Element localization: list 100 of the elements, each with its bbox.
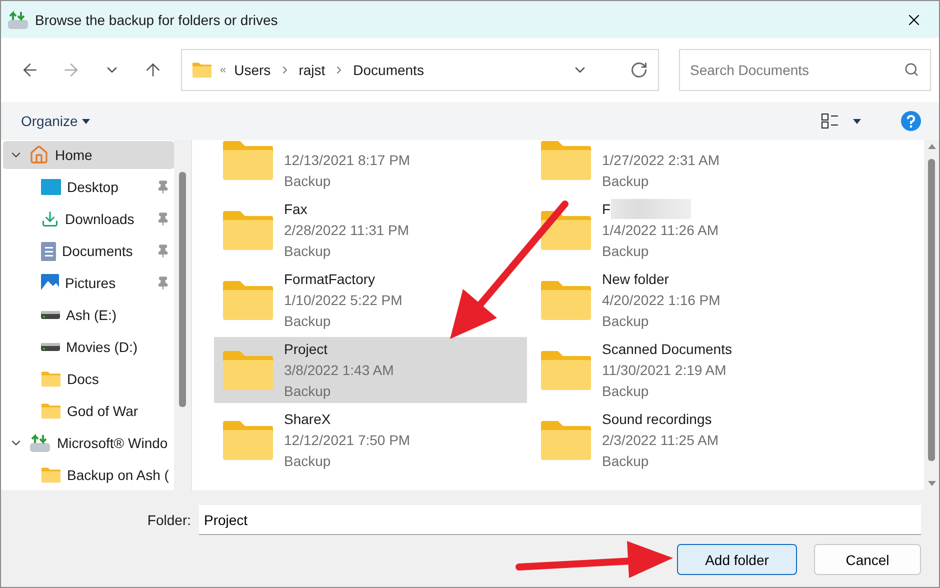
folder-icon bbox=[222, 140, 274, 181]
folder-name: Project bbox=[284, 340, 329, 359]
backup-icon bbox=[7, 10, 29, 30]
add-folder-button[interactable]: Add folder bbox=[677, 544, 797, 575]
folder-icon bbox=[222, 349, 274, 391]
folder-item[interactable]: New folder 4/20/2022 1:16 PM Backup bbox=[532, 267, 845, 333]
folder-icon bbox=[222, 419, 274, 461]
sidebar-item[interactable]: Docs bbox=[3, 365, 174, 393]
pin-icon[interactable] bbox=[156, 180, 170, 194]
sidebar-item[interactable]: Pictures bbox=[3, 269, 174, 297]
folder-item[interactable]: 12/13/2021 8:17 PM Backup bbox=[214, 140, 527, 193]
date-modified: 12/13/2021 8:17 PM bbox=[284, 150, 410, 170]
folder-type: Backup bbox=[284, 382, 332, 401]
sidebar-item[interactable]: Microsoft® Windo bbox=[3, 429, 174, 457]
date-modified: 12/12/2021 7:50 PM bbox=[284, 430, 410, 450]
drive-icon bbox=[41, 311, 60, 319]
breadcrumb[interactable]: Documents bbox=[353, 62, 424, 78]
folder-icon bbox=[41, 403, 61, 419]
sidebar-item[interactable]: Movies (D:) bbox=[3, 333, 174, 361]
folder-name: Scanned Documents bbox=[602, 340, 732, 358]
refresh-icon[interactable] bbox=[630, 61, 648, 79]
document-icon bbox=[41, 242, 56, 260]
overflow-icon[interactable]: « bbox=[220, 64, 226, 76]
sidebar-item[interactable]: Ash (E:) bbox=[3, 301, 174, 329]
pin-icon[interactable] bbox=[156, 244, 170, 258]
breadcrumb[interactable]: rajst bbox=[298, 62, 326, 78]
date-modified: 3/8/2022 1:43 AM bbox=[284, 360, 394, 380]
folder-icon bbox=[222, 209, 274, 251]
folder-icon bbox=[222, 279, 274, 321]
sidebar-item[interactable]: Downloads bbox=[3, 205, 174, 233]
scroll-down-icon[interactable] bbox=[928, 481, 936, 486]
date-modified: 1/10/2022 5:22 PM bbox=[284, 290, 402, 310]
folder-type: Backup bbox=[602, 452, 650, 471]
folder-name: Sound recordings bbox=[602, 410, 713, 429]
address-bar[interactable]: « Users rajst Documents bbox=[181, 49, 659, 91]
date-modified: 2/3/2022 11:25 AM bbox=[602, 430, 718, 450]
date-modified: 1/4/2022 11:26 AM bbox=[602, 220, 718, 240]
folder-name: Fax bbox=[284, 200, 308, 218]
folder-type: Backup bbox=[602, 172, 650, 191]
folder-name: F bbox=[602, 198, 718, 220]
folder-item[interactable]: FormatFactory 1/10/2022 5:22 PM Backup bbox=[214, 267, 527, 333]
folder-item[interactable]: Scanned Documents 11/30/2021 2:19 AM Backup bbox=[532, 337, 845, 403]
folder-type: Backup bbox=[284, 242, 332, 261]
search-icon[interactable] bbox=[904, 62, 919, 77]
folder-type: Backup bbox=[284, 312, 332, 331]
view-button[interactable] bbox=[821, 113, 861, 129]
cancel-button[interactable]: Cancel bbox=[814, 544, 921, 575]
date-modified: 1/27/2022 2:31 AM bbox=[602, 150, 720, 170]
folder-icon bbox=[540, 349, 592, 391]
folder-item[interactable]: 1/27/2022 2:31 AM Backup bbox=[532, 140, 845, 193]
folder-type: Backup bbox=[602, 382, 650, 401]
backup-icon bbox=[29, 433, 51, 453]
sidebar-item[interactable]: God of War bbox=[3, 397, 174, 425]
folder-input[interactable]: Project bbox=[199, 505, 921, 535]
folder-item[interactable]: ShareX 12/12/2021 7:50 PM Backup bbox=[214, 407, 527, 473]
organize-menu[interactable]: Organize bbox=[21, 113, 90, 129]
drive-icon bbox=[41, 343, 60, 351]
date-modified: 4/20/2022 1:16 PM bbox=[602, 290, 720, 310]
caret-icon[interactable] bbox=[82, 118, 90, 124]
folder-name: ShareX bbox=[284, 410, 332, 428]
folder-item[interactable]: F 1/4/2022 11:26 AM Backup bbox=[532, 197, 845, 263]
date-modified: 11/30/2021 2:19 AM bbox=[602, 360, 728, 380]
date-modified: 2/28/2022 11:31 PM bbox=[284, 220, 410, 240]
window-title: Browse the backup for folders or drives bbox=[35, 12, 279, 28]
folder-icon bbox=[540, 419, 592, 461]
view-icon[interactable] bbox=[821, 113, 839, 129]
folder-name: FormatFactory bbox=[284, 270, 376, 289]
search-field[interactable]: Search Documents bbox=[679, 49, 931, 91]
desktop-icon bbox=[41, 179, 61, 195]
scrollbar-thumb[interactable] bbox=[179, 172, 186, 407]
folder-icon bbox=[41, 371, 61, 387]
caret-icon[interactable] bbox=[853, 118, 861, 124]
folder-type: Backup bbox=[284, 172, 332, 191]
picture-icon bbox=[41, 274, 59, 292]
pin-icon[interactable] bbox=[156, 276, 170, 290]
scroll-up-icon[interactable] bbox=[928, 144, 936, 149]
sidebar-item[interactable]: Backup on Ash ( bbox=[3, 461, 174, 489]
folder-icon bbox=[540, 209, 592, 251]
pin-icon[interactable] bbox=[156, 212, 170, 226]
folder-item[interactable]: Sound recordings 2/3/2022 11:25 AM Backup bbox=[532, 407, 845, 473]
folder-type: Backup bbox=[602, 242, 650, 261]
breadcrumb[interactable]: Users bbox=[234, 62, 271, 78]
home-icon bbox=[29, 145, 49, 165]
scrollbar-thumb[interactable] bbox=[928, 159, 935, 461]
folder-type: Backup bbox=[602, 312, 650, 331]
folder-item[interactable]: Project 3/8/2022 1:43 AM Backup bbox=[214, 337, 527, 403]
help-button[interactable] bbox=[901, 111, 921, 131]
folder-icon bbox=[540, 140, 592, 181]
folder-label: Folder: bbox=[146, 512, 191, 528]
sidebar-item[interactable]: Desktop bbox=[3, 173, 174, 201]
folder-icon bbox=[540, 279, 592, 321]
folder-name: New folder bbox=[602, 270, 670, 288]
sidebar-item[interactable]: Home bbox=[3, 141, 174, 169]
question-mark-icon[interactable] bbox=[906, 114, 916, 128]
download-icon bbox=[41, 210, 59, 228]
folder-icon bbox=[192, 62, 212, 78]
folder-type: Backup bbox=[284, 452, 332, 471]
folder-item[interactable]: Fax 2/28/2022 11:31 PM Backup bbox=[214, 197, 527, 263]
folder-icon bbox=[41, 467, 61, 483]
sidebar-item[interactable]: Documents bbox=[3, 237, 174, 265]
